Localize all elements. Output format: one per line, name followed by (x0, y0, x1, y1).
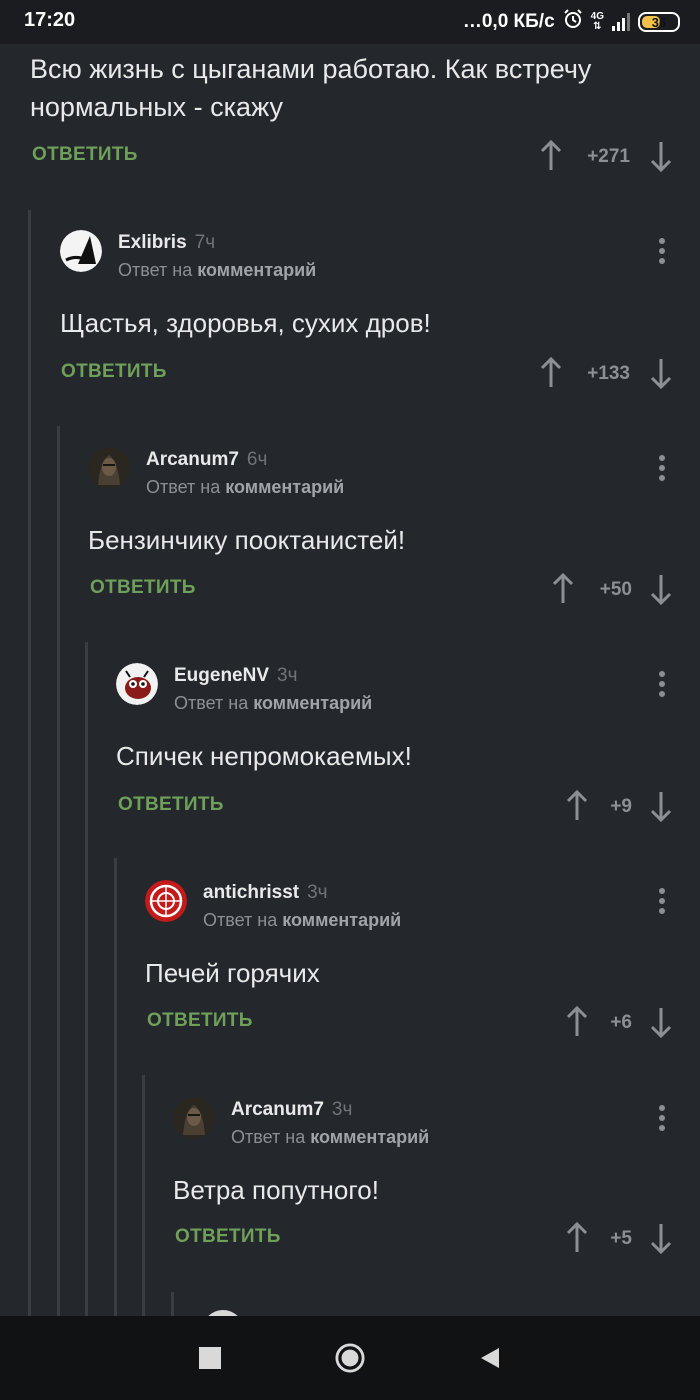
reply-button[interactable]: ОТВЕТИТЬ (147, 1010, 253, 1032)
upvote-icon[interactable] (540, 357, 562, 389)
comment-actions: ОТВЕТИТЬ +6 (147, 1006, 677, 1042)
signal-icon (612, 13, 630, 31)
comment-score: +50 (599, 579, 632, 600)
parent-comment-link[interactable]: комментарий (310, 1127, 429, 1147)
thread-line (114, 858, 117, 1316)
system-nav-bar (0, 1316, 700, 1400)
comment-score: +5 (610, 1228, 632, 1249)
more-options-icon[interactable] (659, 455, 665, 483)
comment-author[interactable]: Arcanum7 3ч (231, 1099, 352, 1121)
vote-controls: +50 (552, 573, 677, 609)
reply-to-meta: Ответ на комментарий (231, 1127, 430, 1147)
comment-actions: ОТВЕТИТЬ +50 (90, 573, 677, 609)
alarm-icon (563, 9, 583, 35)
downvote-icon[interactable] (650, 357, 672, 389)
more-options-icon[interactable] (659, 1105, 665, 1133)
comment-text: Печей горячих (145, 958, 320, 988)
comment-author[interactable]: EugeneNV 3ч (174, 665, 298, 687)
comment-author[interactable]: Arcanum7 6ч (146, 449, 267, 471)
reply-button[interactable]: ОТВЕТИТЬ (175, 1226, 281, 1248)
top-comment-actions: ОТВЕТИТЬ +271 (32, 140, 677, 176)
reply-button[interactable]: ОТВЕТИТЬ (118, 794, 224, 816)
comment-score: +6 (610, 1012, 632, 1033)
downvote-icon[interactable] (650, 1006, 672, 1038)
comment-actions: ОТВЕТИТЬ +9 (118, 790, 677, 826)
downvote-icon[interactable] (650, 1222, 672, 1254)
comment-time: 3ч (277, 665, 298, 686)
thread-line (85, 642, 88, 1316)
downvote-icon[interactable] (650, 140, 672, 172)
vote-controls: +9 (566, 790, 677, 826)
reply-to-meta: Ответ на комментарий (118, 260, 317, 280)
status-icons: …0,0 КБ/с 4G ⇅ 36 (463, 9, 680, 35)
more-options-icon[interactable] (659, 671, 665, 699)
vote-controls: +271 (540, 140, 677, 176)
parent-comment-link[interactable]: комментарий (282, 910, 401, 930)
comment-score: +133 (587, 363, 630, 384)
comment-actions: ОТВЕТИТЬ +133 (61, 357, 677, 393)
status-bar: 17:20 …0,0 КБ/с 4G ⇅ 36 (0, 0, 700, 44)
more-options-icon[interactable] (659, 888, 665, 916)
home-button[interactable] (335, 1343, 365, 1373)
comment-score: +9 (610, 796, 632, 817)
parent-comment-link[interactable]: комментарий (225, 477, 344, 497)
thread-line (28, 210, 31, 1316)
comment-time: 3ч (307, 882, 328, 903)
network-speed: …0,0 КБ/с (462, 11, 555, 32)
more-options-icon[interactable] (659, 238, 665, 266)
battery-icon: 36 (638, 12, 680, 32)
thread-line (171, 1292, 174, 1316)
vote-controls: +6 (566, 1006, 677, 1042)
reply-button[interactable]: ОТВЕТИТЬ (90, 577, 196, 599)
reply-button[interactable]: ОТВЕТИТЬ (32, 144, 138, 166)
downvote-icon[interactable] (650, 790, 672, 822)
comment-text: Спичек непромокаемых! (116, 741, 412, 771)
status-time: 17:20 (24, 9, 76, 31)
square-icon (199, 1347, 221, 1369)
avatar[interactable] (88, 447, 130, 489)
parent-comment-link[interactable]: комментарий (253, 693, 372, 713)
comment-text: Бензинчику пооктанистей! (88, 525, 406, 555)
avatar[interactable] (173, 1097, 215, 1139)
back-button[interactable] (475, 1343, 505, 1373)
avatar[interactable] (60, 230, 102, 272)
comment-author[interactable]: Exlibris 7ч (118, 232, 215, 254)
thread-line (142, 1075, 145, 1316)
upvote-icon[interactable] (540, 140, 562, 172)
upvote-icon[interactable] (552, 573, 574, 605)
avatar[interactable] (116, 663, 158, 705)
reply-to-meta: Ответ на комментарий (146, 477, 345, 497)
reply-to-meta: Ответ на комментарий (174, 693, 373, 713)
comment-time: 6ч (246, 449, 268, 470)
reply-button[interactable]: ОТВЕТИТЬ (61, 361, 167, 383)
comment-time: 3ч (331, 1099, 353, 1120)
top-comment-text: Всю жизнь с цыганами работаю. Как встреч… (30, 54, 592, 122)
network-type-icon: 4G ⇅ (590, 11, 604, 32)
comment-text: Ветра попутного! (173, 1175, 379, 1205)
comment-actions: ОТВЕТИТЬ +5 (175, 1222, 677, 1258)
recents-button[interactable] (195, 1343, 225, 1373)
comment-author[interactable]: antichrisst 3ч (203, 882, 328, 904)
thread-line (57, 426, 60, 1316)
back-triangle-icon (481, 1348, 499, 1368)
parent-comment-link[interactable]: комментарий (197, 260, 316, 280)
vote-controls: +5 (566, 1222, 677, 1258)
vote-controls: +133 (540, 357, 677, 393)
comment-score: +271 (587, 146, 630, 167)
downvote-icon[interactable] (650, 573, 672, 605)
comment-text: Щастья, здоровья, сухих дров! (60, 308, 431, 338)
reply-to-meta: Ответ на комментарий (203, 910, 402, 930)
avatar[interactable] (145, 880, 187, 922)
circle-icon (335, 1343, 365, 1373)
comment-time: 7ч (194, 232, 216, 253)
